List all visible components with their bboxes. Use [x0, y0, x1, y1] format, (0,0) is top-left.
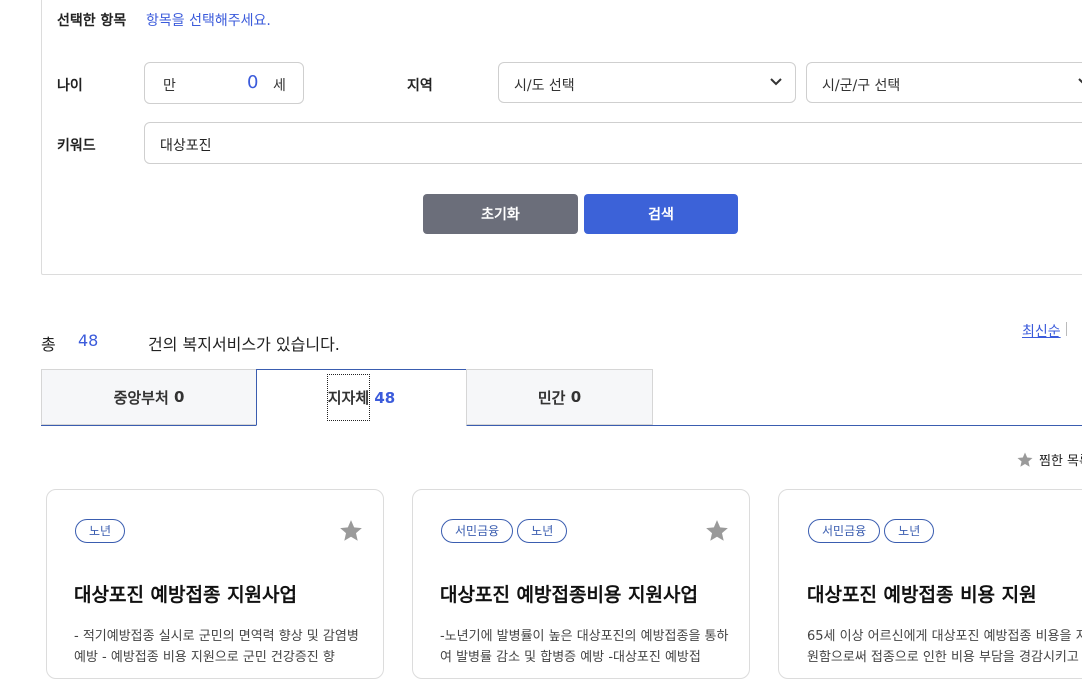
tab-local-government[interactable]: 지자체 48: [256, 369, 467, 426]
card-description: - 적기예방접종 실시로 군민의 면역력 향상 및 감염병 예방 - 예방접종 …: [74, 629, 359, 665]
favorite-star-icon[interactable]: [704, 518, 730, 544]
chevron-down-icon: [1078, 78, 1082, 84]
card-title: 대상포진 예방접종 비용 지원: [807, 584, 1037, 606]
tag-badge: 노년: [884, 519, 935, 543]
region-label: 지역: [407, 78, 433, 94]
sort-divider: [1066, 322, 1067, 336]
card-tags: 노년: [75, 519, 129, 543]
selected-items-label: 선택한 항목: [57, 13, 127, 29]
tab-central-label: 중앙부처: [113, 388, 169, 407]
sido-select-value: 시/도 선택: [514, 78, 575, 94]
tag-badge: 서민금융: [441, 519, 514, 543]
service-card[interactable]: 노년 대상포진 예방접종 지원사업 - 적기예방접종 실시로 군민의 면역력 향…: [46, 489, 384, 679]
selected-items-value: 항목을 선택해주세요.: [146, 13, 271, 29]
total-prefix: 총: [41, 335, 56, 354]
tag-badge: 노년: [517, 519, 568, 543]
tab-central[interactable]: 중앙부처 0: [41, 369, 257, 425]
chevron-down-icon: [770, 78, 782, 86]
service-card[interactable]: 서민금융 노년 대상포진 예방접종 비용 지원 65세 이상 어르신에게 대상포진…: [778, 489, 1082, 679]
reset-button[interactable]: 초기화: [423, 194, 578, 234]
tab-private-label: 민간: [537, 388, 566, 407]
keyword-input-value: 대상포진: [160, 138, 212, 154]
age-label: 나이: [57, 78, 83, 94]
tab-underline: [41, 425, 1082, 426]
favorites-label: 찜한 목록: [1039, 454, 1082, 469]
tab-local-label: 지자체: [326, 374, 371, 421]
sigungu-select-value: 시/군/구 선택: [822, 78, 901, 94]
total-count: 48: [78, 331, 99, 350]
card-tags: 서민금융 노년: [808, 519, 938, 543]
keyword-input[interactable]: 대상포진: [144, 122, 1082, 164]
age-input[interactable]: 0: [247, 72, 258, 93]
search-button[interactable]: 검색: [584, 194, 738, 234]
age-prefix: 만: [163, 78, 176, 94]
card-title: 대상포진 예방접종 지원사업: [74, 584, 297, 606]
tab-local-count: 48: [374, 388, 396, 407]
favorites-link[interactable]: 찜한 목록: [1016, 450, 1082, 469]
tab-private-count: 0: [570, 388, 582, 406]
age-field[interactable]: 만 0 세: [144, 62, 304, 104]
tag-badge: 노년: [75, 519, 126, 543]
card-description: 65세 이상 어르신에게 대상포진 예방접종 비용을 지원함으로써 접종으로 인…: [807, 629, 1082, 665]
star-icon: [1017, 452, 1033, 467]
age-suffix: 세: [273, 78, 286, 94]
favorite-star-icon[interactable]: [338, 518, 364, 544]
total-suffix: 건의 복지서비스가 있습니다.: [148, 335, 340, 354]
tab-private[interactable]: 민간 0: [466, 369, 653, 425]
sort-latest-link[interactable]: 최신순: [1022, 321, 1061, 341]
keyword-label: 키워드: [57, 138, 96, 154]
sigungu-select[interactable]: 시/군/구 선택: [806, 62, 1082, 103]
service-card[interactable]: 서민금융 노년 대상포진 예방접종비용 지원사업 -노년기에 발병률이 높은 대상…: [412, 489, 750, 679]
card-tags: 서민금융 노년: [441, 519, 571, 543]
tag-badge: 서민금융: [808, 519, 881, 543]
card-title: 대상포진 예방접종비용 지원사업: [440, 584, 698, 606]
sido-select[interactable]: 시/도 선택: [498, 62, 796, 103]
card-description: -노년기에 발병률이 높은 대상포진의 예방접종을 통하여 발병률 감소 및 합…: [440, 629, 729, 665]
tab-central-count: 0: [174, 388, 185, 406]
